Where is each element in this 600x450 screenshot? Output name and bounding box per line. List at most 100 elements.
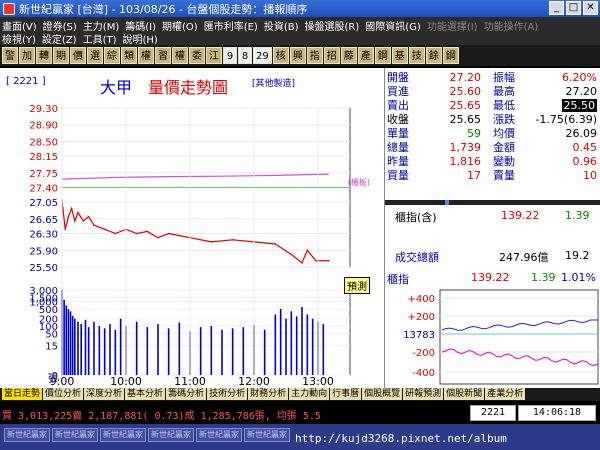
quote-value: 59 [467, 126, 481, 140]
toolbar-button-2[interactable]: 轉 [36, 47, 52, 64]
mini-tick-2: 13783 [403, 330, 435, 341]
price-tick-10: 25.50 [29, 263, 58, 274]
quote-value: 1,739 [449, 140, 482, 154]
price-point-10 [114, 232, 117, 235]
close-button[interactable]: ✕ [583, 1, 598, 15]
quote-value-2: 26.09 [565, 126, 598, 140]
toolbar-button-10[interactable]: 權 [172, 47, 188, 64]
menu-item-5[interactable]: 匯市利率(E) [204, 18, 258, 33]
menu2-item-2[interactable]: 工具(T) [83, 31, 117, 46]
toolbar-button-8[interactable]: 權 [138, 47, 154, 64]
taskbar-item-5[interactable]: 新世紀贏家 [244, 428, 290, 442]
toolbar-button-26[interactable]: 鋼 [442, 47, 459, 64]
menu-item-6[interactable]: 投資(B) [264, 18, 299, 33]
toolbar-button-24[interactable]: 技 [408, 47, 425, 64]
quote-value: 1,816 [449, 154, 482, 168]
price-point-8 [93, 224, 95, 226]
tab-4[interactable]: 籌碼分析 [166, 388, 207, 400]
tab-2[interactable]: 深度分析 [84, 388, 125, 400]
turnover-change: 19.2 [565, 249, 590, 262]
toolbar-button-4[interactable]: 價 [70, 47, 86, 64]
toolbar-button-11[interactable]: 委 [189, 47, 205, 64]
price-point-16 [178, 234, 181, 237]
toolbar-button-21[interactable]: 產 [357, 47, 374, 64]
tab-10[interactable]: 研報預測 [403, 388, 444, 400]
quote-row: 總量 1,739 金額 0.45 [387, 140, 599, 155]
tab-11[interactable]: 個股新聞 [444, 388, 485, 400]
tab-9[interactable]: 個股概覽 [362, 388, 403, 400]
menu2-item-0[interactable]: 檢視(Y) [2, 31, 36, 46]
quote-row: 賣出 25.65 最低 25.50 [387, 98, 599, 112]
menu-item-10[interactable]: 功能操作(A) [484, 18, 539, 33]
quote-row: 開盤 27.20 振幅 6.20% [387, 70, 599, 85]
menu2-item-3[interactable]: 說明(H) [123, 31, 158, 46]
price-tick-5: 27.40 [29, 184, 58, 195]
toolbar-button-20[interactable]: 藤 [340, 47, 357, 64]
toolbar-button-3[interactable]: 期 [53, 47, 69, 64]
toolbar-button-15[interactable]: 29 [253, 47, 272, 64]
toolbar-button-18[interactable]: 指 [306, 47, 323, 64]
volume-tick-6: 50 [45, 329, 58, 340]
toolbar-button-7[interactable]: 類 [121, 47, 137, 64]
tab-8[interactable]: 行事曆 [330, 388, 362, 400]
main-chart[interactable]: 29.30 28.90 28.50 28.15 27.75 27.40 27.05 26.65… [0, 68, 384, 388]
taskbar-item-1[interactable]: 新世紀贏家 [52, 428, 98, 442]
toolbar-button-16[interactable]: 核 [272, 47, 289, 64]
tab-7[interactable]: 主力動向 [289, 388, 330, 400]
menu-item-3[interactable]: 籌碼(I) [125, 18, 156, 33]
price-point-2 [67, 215, 70, 218]
menu-item-7[interactable]: 操盤選股(R) [305, 18, 360, 33]
toolbar-button-25[interactable]: 餘 [425, 47, 442, 64]
tab-0[interactable]: 當日走勢 [2, 388, 43, 400]
tab-6[interactable]: 財務分析 [248, 388, 289, 400]
menu-bar: 畫面(V) 證券(S) 主力(M) 籌碼(I) 期權(O) 匯市利率(E) 投資(B) 操盤選… [0, 17, 600, 46]
toolbar: 警加轉期價選綜類權習權委江 9 8 29 核興指招藤產鋼基技餘鋼 [0, 45, 600, 66]
tab-5[interactable]: 技術分析 [207, 388, 248, 400]
tab-1[interactable]: 價位分析 [43, 388, 84, 400]
toolbar-button-19[interactable]: 招 [323, 47, 340, 64]
maximize-button[interactable]: □ [566, 1, 581, 15]
quote-row: 收盤 25.65 漲跌 -1.75(6.39) [387, 112, 599, 127]
ref-line-label: (機板) [347, 178, 370, 187]
toolbar-button-22[interactable]: 鋼 [374, 47, 391, 64]
quote-value-2: 10 [583, 168, 597, 182]
toolbar-button-6[interactable]: 綜 [104, 47, 120, 64]
toolbar-button-0[interactable]: 警 [2, 47, 18, 64]
mini-index-header: 櫃指 139.22 1.39 1.01% [385, 271, 600, 286]
toolbar-button-13[interactable]: 9 [223, 47, 237, 64]
minimize-button[interactable]: _ [549, 1, 564, 15]
menu-item-8[interactable]: 國際資訊(G) [365, 18, 421, 33]
toolbar-button-12[interactable]: 江 [206, 47, 222, 64]
quote-value-2: 27.20 [565, 84, 598, 98]
menu-item-4[interactable]: 期權(O) [162, 18, 198, 33]
tab-12[interactable]: 產業分析 [485, 388, 526, 400]
toolbar-button-17[interactable]: 興 [289, 47, 306, 64]
menu-item-1[interactable]: 證券(S) [43, 18, 77, 33]
taskbar-item-3[interactable]: 新世紀贏家 [148, 428, 194, 442]
menu-item-9[interactable]: 功能選擇(I) [427, 18, 478, 33]
quote-value: 25.60 [449, 84, 482, 98]
price-volume-chart-panel: [ 2221 ] 大甲 量價走勢圖 [其他製造] 29.30 28.90 28.50… [0, 68, 384, 388]
mini-index-chart[interactable]: +400 +200 13783 -200 -400 [385, 286, 600, 388]
taskbar-item-4[interactable]: 新世紀贏家 [196, 428, 242, 442]
quote-table: 開盤 27.20 振幅 6.20% 買進 25.60 最高 27.20 賣出 25.65 最低 25.… [387, 70, 599, 182]
status-code[interactable]: 2221 [470, 405, 516, 421]
toolbar-button-5[interactable]: 選 [87, 47, 103, 64]
mini-index-label: 櫃指 [387, 273, 409, 286]
mini-tick-4: -400 [412, 368, 435, 379]
taskbar-item-2[interactable]: 新世紀贏家 [100, 428, 146, 442]
taskbar-item-0[interactable]: 新世紀贏家 [4, 428, 50, 442]
price-point-6 [82, 220, 85, 222]
toolbar-button-14[interactable]: 8 [238, 47, 252, 64]
predict-button[interactable]: 預測 [344, 277, 370, 294]
price-point-9 [103, 228, 106, 231]
toolbar-button-9[interactable]: 習 [155, 47, 171, 64]
toolbar-button-23[interactable]: 基 [391, 47, 408, 64]
menu2-item-1[interactable]: 設定(Z) [42, 31, 77, 46]
menu-item-2[interactable]: 主力(M) [83, 18, 119, 33]
analysis-tabs: 當日走勢 價位分析 深度分析 基本分析 籌碼分析 技術分析 財務分析 主力動向 行事曆 個股概覽研… [0, 388, 600, 401]
toolbar-button-1[interactable]: 加 [19, 47, 35, 64]
price-point-3 [70, 207, 73, 210]
tab-3[interactable]: 基本分析 [125, 388, 166, 400]
menu-item-0[interactable]: 畫面(V) [2, 18, 37, 33]
